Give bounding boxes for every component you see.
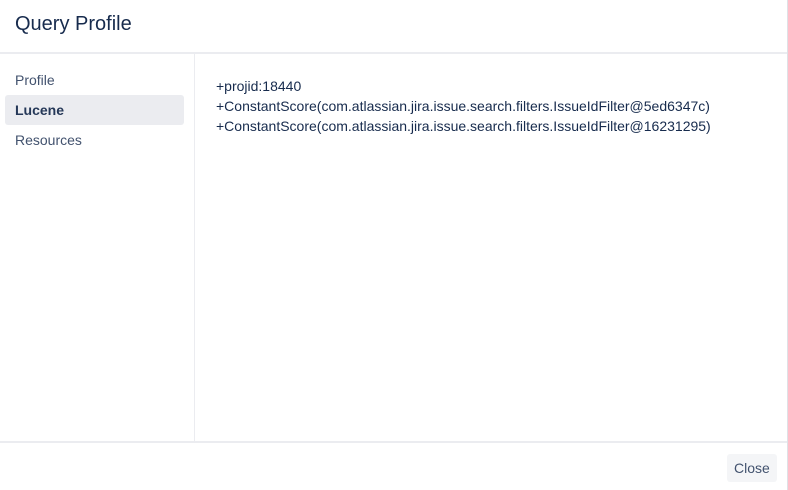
sidebar-nav: Profile Lucene Resources bbox=[0, 54, 195, 441]
sidebar-item-resources[interactable]: Resources bbox=[5, 125, 184, 155]
dialog-title: Query Profile bbox=[15, 13, 132, 35]
lucene-query-content: +projid:18440 +ConstantScore(com.atlassi… bbox=[216, 76, 776, 136]
dialog-footer: Close bbox=[0, 441, 787, 490]
dialog-header: Query Profile bbox=[0, 0, 787, 54]
query-line: +ConstantScore(com.atlassian.jira.issue.… bbox=[216, 98, 710, 114]
close-button[interactable]: Close bbox=[727, 454, 777, 482]
sidebar-item-lucene[interactable]: Lucene bbox=[5, 95, 184, 125]
dialog-body: Profile Lucene Resources +projid:18440 +… bbox=[0, 54, 787, 441]
query-line: +projid:18440 bbox=[216, 78, 302, 94]
sidebar-item-profile[interactable]: Profile bbox=[5, 65, 184, 95]
query-profile-dialog: Query Profile Profile Lucene Resources +… bbox=[0, 0, 788, 490]
query-line: +ConstantScore(com.atlassian.jira.issue.… bbox=[216, 118, 711, 134]
